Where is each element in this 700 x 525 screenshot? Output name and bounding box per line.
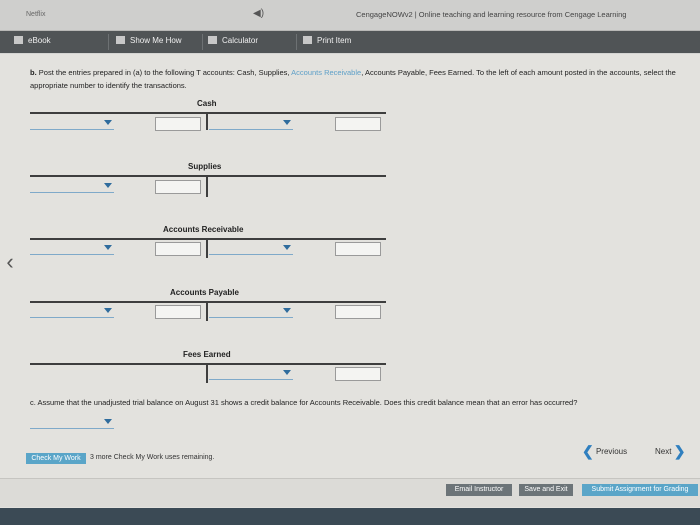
t-account-center-line <box>206 112 208 130</box>
credit-amount-input[interactable] <box>335 242 381 256</box>
transaction-select[interactable] <box>209 117 293 130</box>
dropdown-arrow-icon <box>283 370 291 375</box>
transaction-select[interactable] <box>30 305 114 318</box>
calculator-icon <box>208 36 217 44</box>
print-icon <box>303 36 312 44</box>
dropdown-arrow-icon <box>104 308 112 313</box>
system-dock <box>0 508 700 525</box>
toolbar-divider <box>202 34 203 50</box>
dropdown-arrow-icon <box>104 120 112 125</box>
t-account-title: Cash <box>197 99 217 108</box>
t-account-top-line <box>30 363 386 365</box>
tab-cengage[interactable]: CengageNOWv2 | Online teaching and learn… <box>356 10 626 19</box>
speaker-icon[interactable]: ◀) <box>253 8 264 19</box>
calculator-button[interactable]: Calculator <box>208 36 258 45</box>
transaction-select[interactable] <box>30 242 114 255</box>
t-account-title: Fees Earned <box>183 350 231 359</box>
transaction-select[interactable] <box>209 305 293 318</box>
tab-netflix[interactable]: Netflix <box>26 11 45 18</box>
transaction-select[interactable] <box>209 242 293 255</box>
dropdown-arrow-icon <box>104 183 112 188</box>
submit-assignment-button[interactable]: Submit Assignment for Grading <box>582 484 698 496</box>
t-account-center-line <box>206 175 208 197</box>
email-instructor-button[interactable]: Email Instructor <box>446 484 512 496</box>
t-account-top-line <box>30 175 386 177</box>
check-my-work-button[interactable]: Check My Work <box>26 453 86 464</box>
debit-amount-input[interactable] <box>155 180 201 194</box>
credit-amount-input[interactable] <box>335 367 381 381</box>
instructions: b. Post the entries prepared in (a) to t… <box>30 68 676 90</box>
toolbar-divider <box>108 34 109 50</box>
dropdown-arrow-icon <box>283 245 291 250</box>
t-account-title: Supplies <box>188 162 222 171</box>
t-account-top-line <box>30 112 386 114</box>
answer-select[interactable] <box>30 416 114 429</box>
video-icon <box>116 36 125 44</box>
t-account-title: Accounts Payable <box>170 288 239 297</box>
book-icon <box>14 36 23 44</box>
dropdown-arrow-icon <box>104 245 112 250</box>
chevron-left-icon[interactable]: ‹ <box>0 249 20 277</box>
print-item-button[interactable]: Print Item <box>303 36 351 45</box>
chevron-right-icon: ❯ <box>673 443 686 459</box>
t-account-title: Accounts Receivable <box>163 225 244 234</box>
browser-tab-bar: Netflix ◀) CengageNOWv2 | Online teachin… <box>0 0 700 31</box>
t-account-top-line <box>30 238 386 240</box>
t-account-center-line <box>206 363 208 383</box>
debit-amount-input[interactable] <box>155 117 201 131</box>
t-account-center-line <box>206 238 208 258</box>
ebook-button[interactable]: eBook <box>14 36 51 45</box>
credit-amount-input[interactable] <box>335 117 381 131</box>
dropdown-arrow-icon <box>283 308 291 313</box>
debit-amount-input[interactable] <box>155 242 201 256</box>
debit-amount-input[interactable] <box>155 305 201 319</box>
save-and-exit-button[interactable]: Save and Exit <box>519 484 573 496</box>
next-button[interactable]: Next ❯ <box>655 443 685 460</box>
t-account-top-line <box>30 301 386 303</box>
t-account-center-line <box>206 301 208 321</box>
previous-button[interactable]: ❮ Previous <box>582 443 627 460</box>
credit-amount-input[interactable] <box>335 305 381 319</box>
remaining-attempts: 3 more Check My Work uses remaining. <box>90 454 215 461</box>
dropdown-arrow-icon <box>104 419 112 424</box>
question-c-text: c. Assume that the unadjusted trial bala… <box>30 398 578 407</box>
chevron-left-icon: ❮ <box>582 443 594 459</box>
show-me-how-button[interactable]: Show Me How <box>116 36 182 45</box>
transaction-select[interactable] <box>30 180 114 193</box>
assignment-toolbar: eBook Show Me How Calculator Print Item <box>0 31 700 53</box>
dropdown-arrow-icon <box>283 120 291 125</box>
transaction-select[interactable] <box>30 117 114 130</box>
transaction-select[interactable] <box>209 367 293 380</box>
toolbar-divider <box>296 34 297 50</box>
